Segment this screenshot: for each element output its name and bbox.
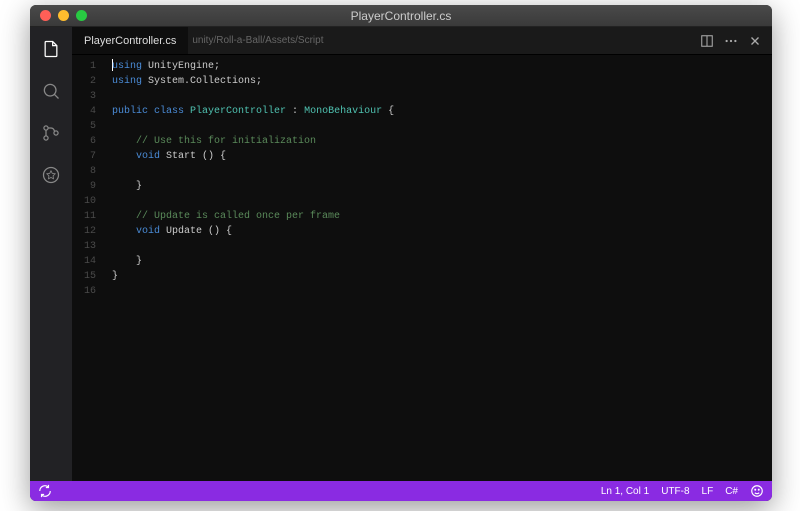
code-content[interactable]: using UnityEngine;using System.Collectio… <box>106 55 772 481</box>
code-line[interactable]: public class PlayerController : MonoBeha… <box>112 104 772 119</box>
breadcrumb: unity/Roll-a-Ball/Assets/Script <box>192 35 323 46</box>
status-eol[interactable]: LF <box>702 486 714 497</box>
code-line[interactable]: // Use this for initialization <box>112 134 772 149</box>
line-number: 9 <box>72 179 96 194</box>
line-number: 5 <box>72 119 96 134</box>
line-gutter: 12345678910111213141516 <box>72 55 106 481</box>
line-number: 1 <box>72 59 96 74</box>
code-line[interactable]: } <box>112 179 772 194</box>
extensions-icon[interactable] <box>39 163 63 187</box>
status-encoding[interactable]: UTF-8 <box>661 486 689 497</box>
code-line[interactable] <box>112 164 772 179</box>
close-window-button[interactable] <box>40 10 51 21</box>
search-icon[interactable] <box>39 79 63 103</box>
editor-area: PlayerController.cs unity/Roll-a-Ball/As… <box>72 27 772 481</box>
code-line[interactable] <box>112 284 772 299</box>
main-body: PlayerController.cs unity/Roll-a-Ball/As… <box>30 27 772 481</box>
tab-actions <box>700 34 772 48</box>
line-number: 16 <box>72 284 96 299</box>
line-number: 10 <box>72 194 96 209</box>
tab-bar: PlayerController.cs unity/Roll-a-Ball/As… <box>72 27 772 55</box>
code-line[interactable] <box>112 194 772 209</box>
line-number: 13 <box>72 239 96 254</box>
source-control-icon[interactable] <box>39 121 63 145</box>
sync-icon[interactable] <box>38 484 52 498</box>
maximize-window-button[interactable] <box>76 10 87 21</box>
code-line[interactable]: void Update () { <box>112 224 772 239</box>
split-editor-icon[interactable] <box>700 34 714 48</box>
window-title: PlayerController.cs <box>351 9 452 23</box>
activity-bar <box>30 27 72 481</box>
minimize-window-button[interactable] <box>58 10 69 21</box>
explorer-icon[interactable] <box>39 37 63 61</box>
tab-playercontroller[interactable]: PlayerController.cs <box>72 27 188 54</box>
line-number: 2 <box>72 74 96 89</box>
code-line[interactable]: // Update is called once per frame <box>112 209 772 224</box>
close-tab-icon[interactable] <box>748 34 762 48</box>
code-line[interactable]: using UnityEngine; <box>112 59 772 74</box>
line-number: 4 <box>72 104 96 119</box>
tab-filename: PlayerController.cs <box>84 35 176 47</box>
line-number: 6 <box>72 134 96 149</box>
more-actions-icon[interactable] <box>724 34 738 48</box>
traffic-lights <box>30 10 87 21</box>
status-language[interactable]: C# <box>725 486 738 497</box>
code-line[interactable]: } <box>112 254 772 269</box>
code-line[interactable] <box>112 89 772 104</box>
line-number: 3 <box>72 89 96 104</box>
line-number: 11 <box>72 209 96 224</box>
code-line[interactable]: void Start () { <box>112 149 772 164</box>
line-number: 15 <box>72 269 96 284</box>
line-number: 7 <box>72 149 96 164</box>
code-line[interactable] <box>112 239 772 254</box>
code-line[interactable]: using System.Collections; <box>112 74 772 89</box>
status-position[interactable]: Ln 1, Col 1 <box>601 486 649 497</box>
line-number: 12 <box>72 224 96 239</box>
code-line[interactable] <box>112 119 772 134</box>
code-area[interactable]: 12345678910111213141516 using UnityEngin… <box>72 55 772 481</box>
feedback-icon[interactable] <box>750 484 764 498</box>
editor-window: PlayerController.cs PlayerController.cs <box>30 5 772 501</box>
line-number: 8 <box>72 164 96 179</box>
status-bar: Ln 1, Col 1 UTF-8 LF C# <box>30 481 772 501</box>
titlebar: PlayerController.cs <box>30 5 772 27</box>
line-number: 14 <box>72 254 96 269</box>
code-line[interactable]: } <box>112 269 772 284</box>
